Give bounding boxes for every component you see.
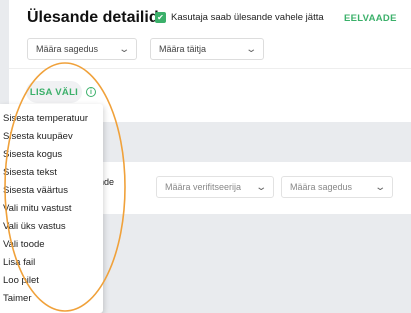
menu-item-value[interactable]: Sisesta väärtus bbox=[3, 185, 68, 196]
menu-item-product[interactable]: Vali toode bbox=[3, 239, 45, 250]
add-field-button[interactable]: LISA VÄLI bbox=[26, 81, 82, 103]
skip-checkbox[interactable]: ✔ bbox=[155, 12, 166, 23]
check-icon: ✔ bbox=[157, 12, 164, 22]
assignee-select[interactable]: Määra täitja ⌄ bbox=[150, 38, 264, 60]
menu-item-quantity[interactable]: Sisesta kogus bbox=[3, 149, 62, 160]
section-divider bbox=[9, 68, 411, 69]
chevron-down-icon: ⌄ bbox=[117, 43, 130, 55]
chevron-down-icon: ⌄ bbox=[254, 181, 267, 193]
menu-item-text[interactable]: Sisesta tekst bbox=[3, 167, 57, 178]
assignee-select-value: Määra täitja bbox=[159, 44, 207, 54]
verifier-select-value: Määra verifitseerija bbox=[165, 182, 242, 192]
menu-item-single-choice[interactable]: Vali üks vastus bbox=[3, 221, 66, 232]
skip-checkbox-row[interactable]: ✔ Kasutaja saab ülesande vahele jätta bbox=[155, 12, 324, 23]
chevron-down-icon: ⌄ bbox=[244, 43, 257, 55]
field-type-menu: Sisesta temperatuur Sisesta kuupäev Sise… bbox=[0, 104, 103, 313]
menu-item-temperature[interactable]: Sisesta temperatuur bbox=[3, 113, 88, 124]
menu-item-timer[interactable]: Taimer bbox=[3, 293, 32, 304]
menu-item-date[interactable]: Sisesta kuupäev bbox=[3, 131, 73, 142]
menu-item-ticket[interactable]: Loo pilet bbox=[3, 275, 39, 286]
info-icon[interactable]: i bbox=[86, 87, 96, 97]
chevron-down-icon: ⌄ bbox=[373, 181, 386, 193]
frequency-select[interactable]: Määra sagedus ⌄ bbox=[27, 38, 137, 60]
frequency-select-value: Määra sagedus bbox=[36, 44, 99, 54]
menu-item-multiple-choice[interactable]: Vali mitu vastust bbox=[3, 203, 71, 214]
verifier-select[interactable]: Määra verifitseerija ⌄ bbox=[156, 176, 274, 198]
menu-item-file[interactable]: Lisa fail bbox=[3, 257, 35, 268]
preview-button[interactable]: EELVAADE bbox=[344, 13, 397, 24]
lower-frequency-select-value: Määra sagedus bbox=[290, 182, 353, 192]
lower-frequency-select[interactable]: Määra sagedus ⌄ bbox=[281, 176, 393, 198]
page-title: Ülesande detailid bbox=[27, 9, 159, 26]
skip-checkbox-label: Kasutaja saab ülesande vahele jätta bbox=[171, 12, 324, 23]
